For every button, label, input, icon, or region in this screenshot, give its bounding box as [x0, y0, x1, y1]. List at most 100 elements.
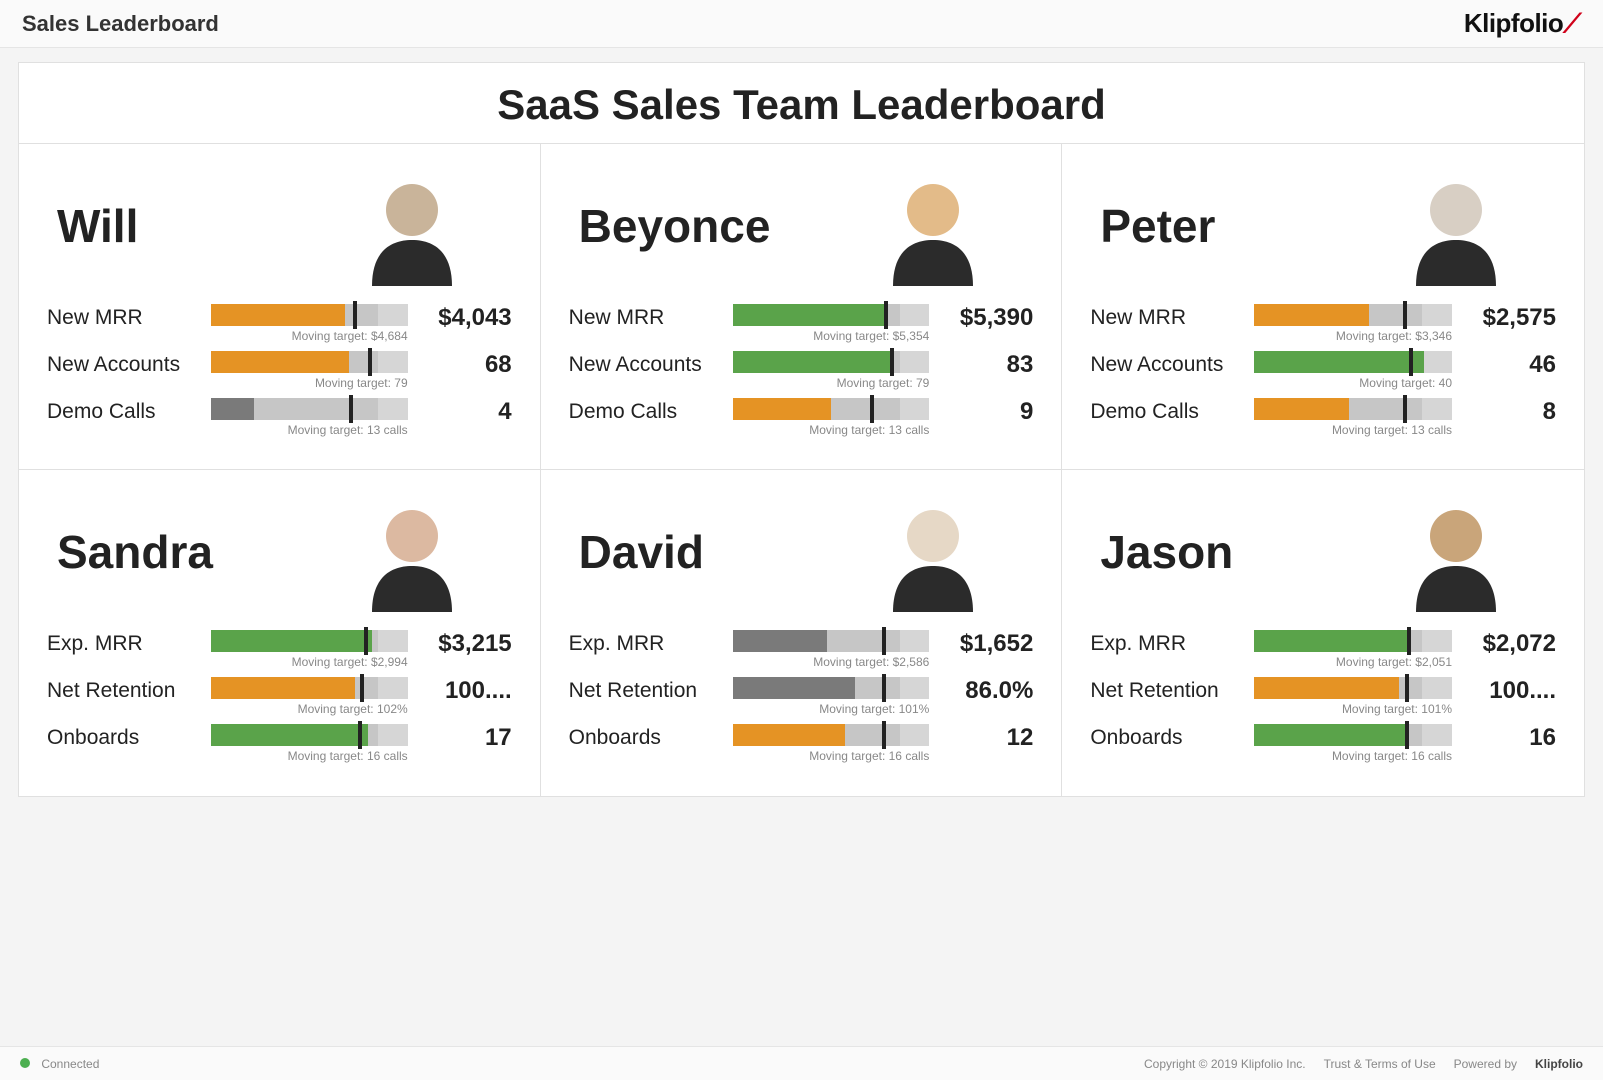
moving-target-caption: Moving target: 16 calls [1254, 749, 1452, 765]
bullet-chart: Moving target: 16 calls [211, 724, 408, 765]
bullet-chart: Moving target: 13 calls [1254, 398, 1452, 439]
metric-row: New AccountsMoving target: 7983 [569, 351, 1034, 392]
rep-card-head: Sandra [47, 492, 512, 612]
bullet-track [1254, 677, 1452, 699]
bullet-track [733, 351, 930, 373]
bullet-track [1254, 724, 1452, 746]
brand-logo[interactable]: Klipfolio⟋ [1464, 8, 1581, 40]
bullet-bar [211, 630, 372, 652]
moving-target-caption: Moving target: $5,354 [733, 329, 930, 345]
metric-label: New Accounts [47, 351, 197, 377]
bullet-track [211, 398, 408, 420]
metric-label: New MRR [569, 304, 719, 330]
moving-target-caption: Moving target: $4,684 [211, 329, 408, 345]
metric-row: New AccountsMoving target: 4046 [1090, 351, 1556, 392]
bullet-chart: Moving target: 16 calls [1254, 724, 1452, 765]
panel-title: SaaS Sales Team Leaderboard [27, 81, 1576, 129]
metric-row: New MRR Moving target: $5,354 $5,390 [569, 304, 1034, 345]
metric-value: 9 [943, 398, 1033, 426]
rep-card: Peter New MRRMoving target: $3,346$2,575… [1062, 144, 1584, 470]
footer-terms-link[interactable]: Trust & Terms of Use [1324, 1057, 1436, 1071]
avatar [873, 166, 993, 286]
bullet-marker [890, 348, 894, 376]
bullet-track [1254, 630, 1452, 652]
bullet-track [733, 304, 930, 326]
bullet-marker [870, 395, 874, 423]
bullet-chart: Moving target: $4,684 [211, 304, 408, 345]
rep-name: Sandra [57, 525, 213, 579]
bullet-chart: Moving target: $2,051 [1254, 630, 1452, 671]
metric-row: Exp. MRRMoving target: $2,051$2,072 [1090, 630, 1556, 671]
rep-card-head: Peter [1090, 166, 1556, 286]
bullet-chart: Moving target: 102% [211, 677, 408, 718]
bullet-chart: Moving target: 16 calls [733, 724, 930, 765]
rep-name: Jason [1100, 525, 1233, 579]
moving-target-caption: Moving target: $2,586 [733, 655, 930, 671]
bullet-bar [733, 724, 845, 746]
bullet-chart: Moving target: $3,346 [1254, 304, 1452, 345]
bullet-track [211, 724, 408, 746]
metric-label: Demo Calls [47, 398, 197, 424]
metric-label: New Accounts [1090, 351, 1240, 377]
bullet-chart: Moving target: 101% [733, 677, 930, 718]
bullet-bar [1254, 724, 1404, 746]
bullet-bar [733, 304, 886, 326]
avatar [1396, 166, 1516, 286]
brand-text: Klipfolio [1464, 8, 1563, 38]
metric-row: OnboardsMoving target: 16 calls17 [47, 724, 512, 765]
panel-title-row: SaaS Sales Team Leaderboard [19, 63, 1584, 144]
bullet-bar [211, 351, 349, 373]
bullet-chart: Moving target: $2,586 [733, 630, 930, 671]
bullet-marker [1405, 721, 1409, 749]
metric-value: 16 [1466, 724, 1556, 752]
metric-value: $2,575 [1466, 304, 1556, 332]
metric-value: $3,215 [422, 630, 512, 658]
moving-target-caption: Moving target: 16 calls [211, 749, 408, 765]
metric-row: Exp. MRRMoving target: $2,994$3,215 [47, 630, 512, 671]
metric-value: $5,390 [943, 304, 1033, 332]
rep-card-head: Will [47, 166, 512, 286]
bullet-marker [1403, 395, 1407, 423]
moving-target-caption: Moving target: 13 calls [1254, 423, 1452, 439]
metric-row: New MRRMoving target: $4,684$4,043 [47, 304, 512, 345]
bullet-bar [733, 398, 831, 420]
footer: Connected Copyright © 2019 Klipfolio Inc… [0, 1046, 1603, 1080]
bullet-track [733, 677, 930, 699]
bullet-track [1254, 304, 1452, 326]
bullet-track [1254, 351, 1452, 373]
moving-target-caption: Moving target: 13 calls [733, 423, 930, 439]
bullet-chart: Moving target: 79 [211, 351, 408, 392]
bullet-chart: Moving target: 13 calls [211, 398, 408, 439]
rep-name: Peter [1100, 199, 1215, 253]
moving-target-caption: Moving target: 102% [211, 702, 408, 718]
metric-row: Demo CallsMoving target: 13 calls8 [1090, 398, 1556, 439]
avatar [1396, 492, 1516, 612]
bullet-marker [358, 721, 362, 749]
bullet-bar [211, 677, 355, 699]
footer-powered: Powered by [1454, 1057, 1517, 1071]
metric-row: Net RetentionMoving target: 101%86.0% [569, 677, 1034, 718]
bullet-bar [211, 304, 345, 326]
bullet-bar [1254, 398, 1349, 420]
metric-label: Onboards [1090, 724, 1240, 750]
moving-target-caption: Moving target: 79 [733, 376, 930, 392]
bullet-chart: Moving target: $2,994 [211, 630, 408, 671]
bullet-track [211, 304, 408, 326]
moving-target-caption: Moving target: 40 [1254, 376, 1452, 392]
connection-text: Connected [41, 1057, 99, 1071]
leaderboard-panel: SaaS Sales Team Leaderboard Will New MRR… [18, 62, 1585, 797]
metric-row: New MRRMoving target: $3,346$2,575 [1090, 304, 1556, 345]
rep-card: Sandra Exp. MRRMoving target: $2,994$3,2… [19, 470, 541, 796]
moving-target-caption: Moving target: $2,051 [1254, 655, 1452, 671]
metric-label: New MRR [47, 304, 197, 330]
metric-label: New Accounts [569, 351, 719, 377]
rep-name: Beyonce [579, 199, 771, 253]
rep-card-head: Jason [1090, 492, 1556, 612]
bullet-bar [733, 630, 827, 652]
rep-card-head: David [569, 492, 1034, 612]
bullet-marker [1403, 301, 1407, 329]
page-title: Sales Leaderboard [22, 11, 219, 37]
metric-row: Onboards Moving target: 16 calls 16 [1090, 724, 1556, 765]
bullet-chart: Moving target: 79 [733, 351, 930, 392]
bullet-marker [349, 395, 353, 423]
